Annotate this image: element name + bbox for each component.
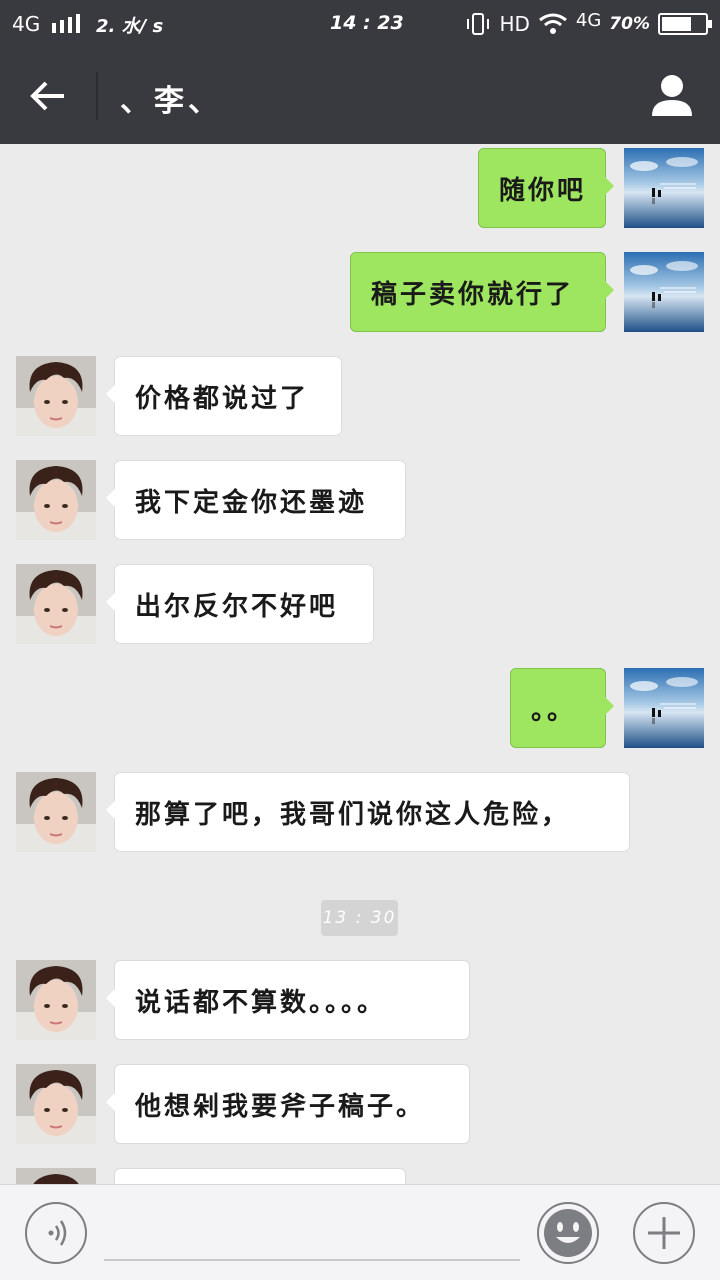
contact-avatar[interactable] [16,1064,96,1144]
back-arrow-icon [30,81,64,111]
wifi-icon [538,13,567,34]
message-timestamp: 13 : 30 [321,900,398,936]
person-icon [652,75,692,116]
emoji-button[interactable] [536,1201,600,1265]
contact-avatar[interactable] [16,356,96,436]
battery-icon [658,13,712,35]
network-indicator: 4G [12,12,87,36]
battery-percent: 70% [609,14,650,34]
status-right-group: HD 4G 70% [465,9,712,38]
voice-button[interactable] [24,1201,88,1265]
received-message-bubble[interactable]: 出尔反尔不好吧 [106,564,374,644]
contact-avatar[interactable] [16,960,96,1040]
received-message-bubble[interactable]: 那算了吧，我哥们说你这人危险， [106,772,630,852]
my-avatar[interactable] [624,252,704,332]
vibrate-icon [467,13,490,35]
chat-title: 、李、 [120,84,222,119]
message-list[interactable]: 随你吧稿子卖你就行了 价格都说过了 我下定金你还墨迹 出尔反尔不好吧。。那算了吧，我哥… [0,144,720,1184]
more-button[interactable] [632,1201,696,1265]
received-message-bubble[interactable]: 我下定金你还墨迹 [106,460,406,540]
battery-fill [662,17,691,31]
sent-message-bubble[interactable]: 随你吧 [478,148,614,228]
header-divider [96,72,98,120]
input-bar [0,1184,720,1280]
status-bar: 4G 2. 水/ s 14 : 23 HD 4G 70% [0,0,720,48]
status-time: 14 : 23 [330,12,404,34]
network-speed: 2. 水/ s [96,16,164,37]
contact-avatar[interactable] [16,564,96,644]
received-message-bubble[interactable] [114,1168,406,1184]
hd-label: HD [499,12,530,36]
contact-avatar[interactable] [16,772,96,852]
emoji-icon [537,1202,599,1264]
received-message-bubble[interactable]: 说话都不算数。。。。 [106,960,470,1040]
my-avatar[interactable] [624,148,704,228]
network-label: 4G [12,12,41,36]
my-avatar[interactable] [624,668,704,748]
plus-icon [633,1202,695,1264]
signal-icon [51,14,80,33]
contact-avatar[interactable] [16,460,96,540]
received-message-bubble[interactable]: 价格都说过了 [106,356,342,436]
message-input[interactable] [104,1205,520,1261]
voice-icon [25,1202,87,1264]
chat-header: 、李、 [0,48,720,144]
sent-message-bubble[interactable]: 。。 [510,668,614,748]
profile-button[interactable] [648,70,696,118]
sent-message-bubble[interactable]: 稿子卖你就行了 [350,252,614,332]
back-button[interactable] [24,72,72,120]
network2-label: 4G [575,9,602,31]
received-message-bubble[interactable]: 他想剁我要斧子稿子。 [106,1064,470,1144]
contact-avatar[interactable] [16,1168,96,1184]
